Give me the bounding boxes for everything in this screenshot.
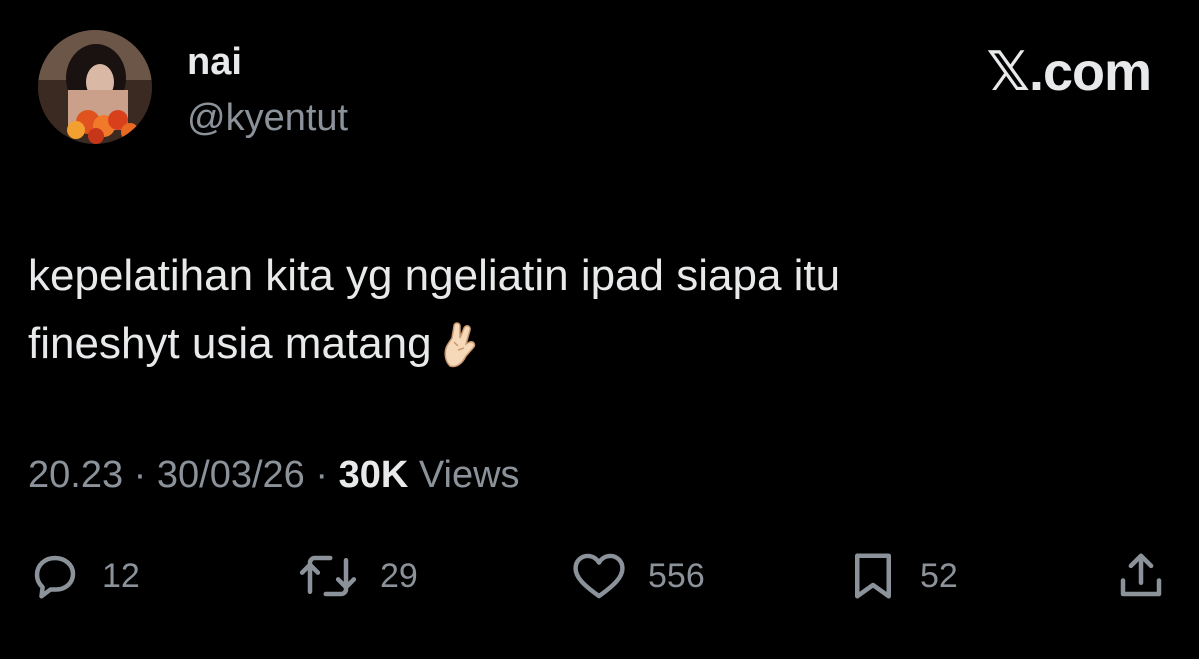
meta-separator: · (315, 454, 329, 496)
avatar-image (38, 30, 152, 144)
reply-count: 12 (102, 556, 140, 595)
like-button[interactable]: 556 (570, 546, 705, 606)
repost-button[interactable]: 29 (296, 546, 418, 606)
tweet-line: kepelatihan kita yg ngeliatin ipad siapa… (28, 251, 841, 300)
tweet-line-with-emoji: fineshyt usia matang (28, 310, 1148, 388)
meta-separator: · (133, 454, 147, 496)
bookmark-icon (855, 553, 891, 599)
tweet-date[interactable]: 30/03/26 (157, 454, 305, 496)
repost-icon (299, 555, 357, 597)
tweet-text: kepelatihan kita yg ngeliatin ipad siapa… (28, 242, 1148, 388)
views-label: Views (418, 454, 520, 496)
share-icon (1120, 553, 1162, 597)
views-count: 30K (338, 454, 409, 496)
reply-button[interactable]: 12 (28, 546, 140, 606)
share-button[interactable] (1114, 546, 1168, 606)
reply-icon (34, 555, 76, 599)
display-name[interactable]: nai (187, 40, 242, 84)
heart-icon (573, 553, 625, 599)
user-handle[interactable]: @kyentut (187, 96, 348, 140)
tweet-time[interactable]: 20.23 (28, 454, 123, 496)
avatar[interactable] (38, 30, 152, 144)
action-bar: 12 29 556 52 (0, 546, 1199, 606)
bookmark-button[interactable]: 52 (846, 546, 958, 606)
like-count: 556 (648, 556, 705, 595)
crossed-fingers-emoji-icon (440, 320, 480, 388)
x-logo: 𝕏.com (986, 42, 1152, 102)
repost-count: 29 (380, 556, 418, 595)
tweet-line: fineshyt usia matang (28, 319, 432, 368)
tweet-meta: 20.23 · 30/03/26 · 30K Views (28, 452, 520, 498)
bookmark-count: 52 (920, 556, 958, 595)
